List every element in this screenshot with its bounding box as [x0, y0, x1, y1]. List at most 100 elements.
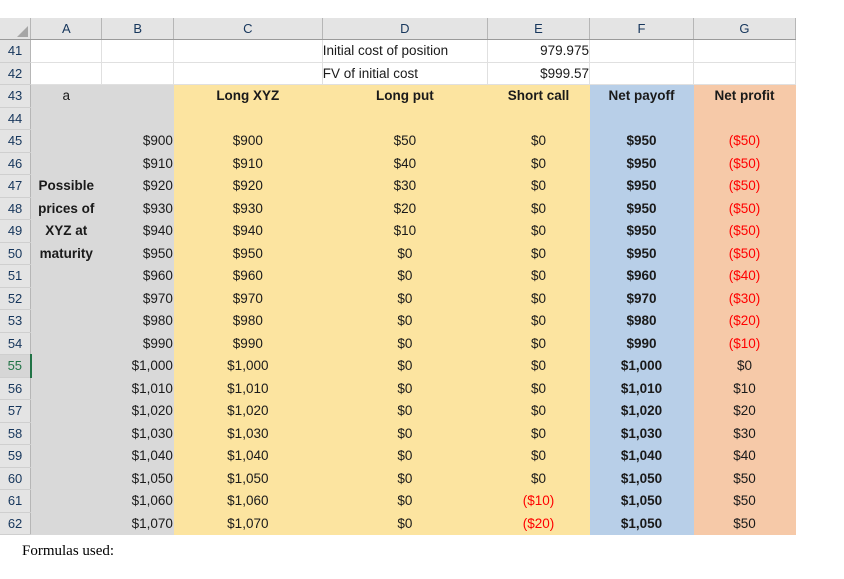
select-all-corner-icon[interactable] [0, 18, 32, 40]
cell-long-put-49[interactable]: $10 [322, 219, 488, 243]
row-header-49[interactable]: 49 [0, 219, 32, 243]
cell-long-xyz-48[interactable]: $930 [173, 197, 323, 220]
cell-long-xyz-59[interactable]: $1,040 [173, 444, 323, 468]
cell-long-xyz-49[interactable]: $940 [173, 219, 323, 243]
cell-net-profit-57[interactable]: $20 [693, 399, 797, 423]
cell-net-profit-59[interactable]: $40 [693, 444, 797, 468]
cell-long-xyz-57[interactable]: $1,020 [173, 399, 323, 423]
cell-f44[interactable] [589, 107, 694, 130]
column-header-A[interactable]: A [30, 18, 103, 40]
cell-short-call-59[interactable]: $0 [487, 444, 590, 468]
row-header-50[interactable]: 50 [0, 242, 32, 265]
cell-a42[interactable] [30, 62, 103, 85]
cell-price-45[interactable]: $900 [101, 129, 174, 153]
cell-a55[interactable] [30, 354, 103, 378]
row-header-54[interactable]: 54 [0, 332, 32, 355]
cell-price-47[interactable]: $920 [101, 174, 174, 198]
column-header-B[interactable]: B [101, 18, 174, 40]
cell-net-payoff-45[interactable]: $950 [589, 129, 694, 153]
cell-d44[interactable] [322, 107, 488, 130]
row-header-58[interactable]: 58 [0, 422, 32, 445]
cell-price-59[interactable]: $1,040 [101, 444, 174, 468]
cell-long-put-48[interactable]: $20 [322, 197, 488, 220]
cell-short-call-49[interactable]: $0 [487, 219, 590, 243]
row-header-47[interactable]: 47 [0, 174, 32, 198]
cell-net-profit-53[interactable]: ($20) [693, 309, 797, 333]
row-header-48[interactable]: 48 [0, 197, 32, 220]
cell-net-profit-61[interactable]: $50 [693, 489, 797, 513]
cell-g42[interactable] [693, 62, 797, 85]
cell-d41-initial-cost-label[interactable]: Initial cost of position [322, 39, 488, 63]
row-header-60[interactable]: 60 [0, 467, 32, 490]
table-row[interactable]: 56 $1,010 $1,010 $0 $0 $1,010 $10 [0, 377, 797, 400]
cell-long-xyz-46[interactable]: $910 [173, 152, 323, 175]
cell-a46[interactable] [30, 152, 103, 175]
cell-price-50[interactable]: $950 [101, 242, 174, 265]
cell-a56[interactable] [30, 377, 103, 400]
cell-a53[interactable] [30, 309, 103, 333]
cell-net-profit-62[interactable]: $50 [693, 512, 797, 535]
cell-a44[interactable] [30, 107, 103, 130]
cell-net-payoff-46[interactable]: $950 [589, 152, 694, 175]
cell-long-put-59[interactable]: $0 [322, 444, 488, 468]
cell-long-put-61[interactable]: $0 [322, 489, 488, 513]
cell-price-60[interactable]: $1,050 [101, 467, 174, 490]
cell-short-call-57[interactable]: $0 [487, 399, 590, 423]
cell-net-profit-52[interactable]: ($30) [693, 287, 797, 310]
row-header-61[interactable]: 61 [0, 489, 32, 513]
cell-net-payoff-49[interactable]: $950 [589, 219, 694, 243]
cell-long-put-52[interactable]: $0 [322, 287, 488, 310]
cell-net-profit-48[interactable]: ($50) [693, 197, 797, 220]
row-header-46[interactable]: 46 [0, 152, 32, 175]
cell-price-48[interactable]: $930 [101, 197, 174, 220]
cell-long-put-57[interactable]: $0 [322, 399, 488, 423]
cell-long-xyz-55[interactable]: $1,000 [173, 354, 323, 378]
row-header-41[interactable]: 41 [0, 39, 32, 63]
cell-net-profit-60[interactable]: $50 [693, 467, 797, 490]
cell-a54[interactable] [30, 332, 103, 355]
cell-net-payoff-62[interactable]: $1,050 [589, 512, 694, 535]
cell-price-61[interactable]: $1,060 [101, 489, 174, 513]
cell-net-payoff-52[interactable]: $970 [589, 287, 694, 310]
cell-net-payoff-55[interactable]: $1,000 [589, 354, 694, 378]
cell-long-xyz-52[interactable]: $970 [173, 287, 323, 310]
table-row[interactable]: 58 $1,030 $1,030 $0 $0 $1,030 $30 [0, 422, 797, 445]
cell-net-profit-47[interactable]: ($50) [693, 174, 797, 198]
cell-price-46[interactable]: $910 [101, 152, 174, 175]
cell-long-put-60[interactable]: $0 [322, 467, 488, 490]
cell-short-call-52[interactable]: $0 [487, 287, 590, 310]
column-header-E[interactable]: E [487, 18, 590, 40]
cell-a59[interactable] [30, 444, 103, 468]
cell-price-56[interactable]: $1,010 [101, 377, 174, 400]
cell-net-payoff-53[interactable]: $980 [589, 309, 694, 333]
cell-e44[interactable] [487, 107, 590, 130]
cell-long-xyz-54[interactable]: $990 [173, 332, 323, 355]
cell-long-put-58[interactable]: $0 [322, 422, 488, 445]
cell-d42-fv-label[interactable]: FV of initial cost [322, 62, 488, 85]
cell-net-profit-49[interactable]: ($50) [693, 219, 797, 243]
side-label-line-0[interactable]: Possible [30, 174, 103, 198]
cell-f42[interactable] [589, 62, 694, 85]
cell-short-call-56[interactable]: $0 [487, 377, 590, 400]
cell-short-call-55[interactable]: $0 [487, 354, 590, 378]
side-label-line-3[interactable]: maturity [30, 242, 103, 265]
cell-net-payoff-61[interactable]: $1,050 [589, 489, 694, 513]
table-row[interactable]: 54 $990 $990 $0 $0 $990 ($10) [0, 332, 797, 355]
cell-net-profit-54[interactable]: ($10) [693, 332, 797, 355]
row-header-51[interactable]: 51 [0, 264, 32, 288]
table-row[interactable]: 45 $900 $900 $50 $0 $950 ($50) [0, 129, 797, 153]
cell-long-put-55[interactable]: $0 [322, 354, 488, 378]
cell-a62[interactable] [30, 512, 103, 535]
row-header-55[interactable]: 55 [0, 354, 32, 378]
column-header-G[interactable]: G [693, 18, 797, 40]
cell-net-payoff-56[interactable]: $1,010 [589, 377, 694, 400]
header-short-call[interactable]: Short call [487, 84, 590, 108]
table-row[interactable]: 62 $1,070 $1,070 $0 ($20) $1,050 $50 [0, 512, 797, 535]
header-long-put[interactable]: Long put [322, 84, 488, 108]
cell-net-payoff-60[interactable]: $1,050 [589, 467, 694, 490]
cell-long-put-56[interactable]: $0 [322, 377, 488, 400]
row-header-45[interactable]: 45 [0, 129, 32, 153]
header-net-profit[interactable]: Net profit [693, 84, 797, 108]
cell-b41[interactable] [101, 39, 174, 63]
cell-c44[interactable] [173, 107, 323, 130]
